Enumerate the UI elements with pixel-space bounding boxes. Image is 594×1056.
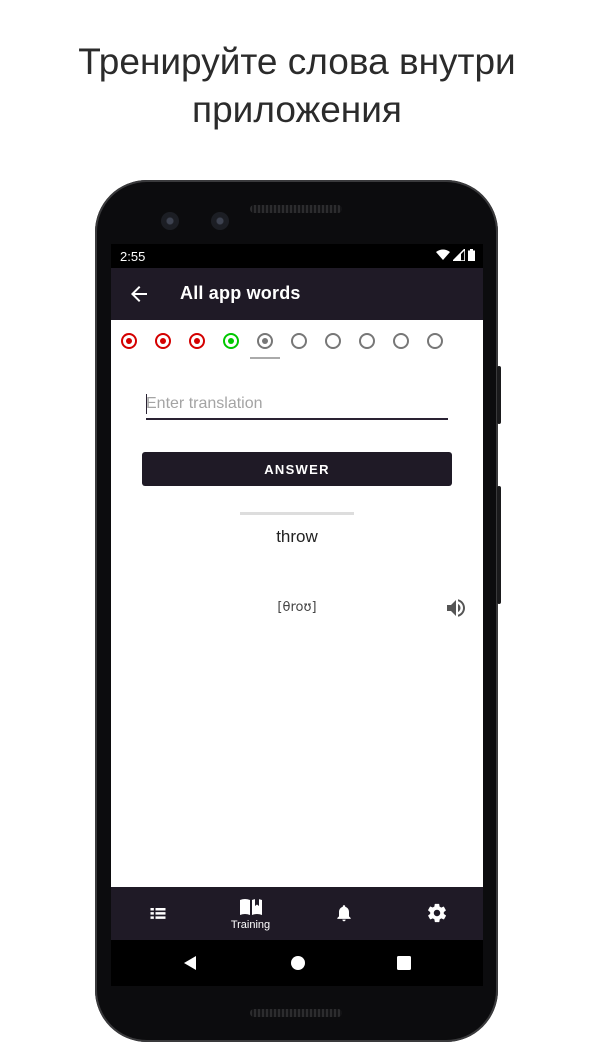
progress-dot-current <box>257 333 273 349</box>
bottom-speaker <box>250 1009 342 1017</box>
translation-input-container <box>146 392 448 420</box>
list-icon <box>150 907 165 919</box>
power-button <box>497 366 501 424</box>
front-camera-icon <box>161 212 179 230</box>
answer-button[interactable]: ANSWER <box>142 452 452 486</box>
arrow-back-icon[interactable] <box>127 282 151 306</box>
book-icon <box>239 897 262 915</box>
bottom-navigation: Training <box>111 887 483 940</box>
volume-button <box>497 486 501 604</box>
earpiece-speaker <box>250 205 342 213</box>
bell-icon <box>336 904 351 921</box>
back-triangle-icon[interactable] <box>183 955 197 975</box>
progress-dot-pending <box>291 333 307 349</box>
progress-dot-pending <box>393 333 409 349</box>
nav-item-training[interactable]: Training <box>204 887 297 940</box>
system-navigation-bar <box>111 940 483 986</box>
volume-icon[interactable] <box>444 596 468 620</box>
promo-headline: Тренируйте слова внутри приложения <box>0 38 594 134</box>
translation-input[interactable] <box>146 392 448 416</box>
headline-line-1: Тренируйте слова внутри <box>78 41 516 82</box>
progress-dot-wrong <box>121 333 137 349</box>
recents-square-icon[interactable] <box>397 955 411 974</box>
word-divider <box>240 512 354 515</box>
signal-icon <box>453 249 465 261</box>
nav-item-settings[interactable] <box>390 887 483 940</box>
screen-title: All app words <box>180 283 301 303</box>
headline-line-2: приложения <box>192 89 402 130</box>
front-sensor-icon <box>211 212 229 230</box>
current-question-underline <box>250 357 280 359</box>
progress-dot-pending <box>427 333 443 349</box>
text-cursor <box>146 394 147 414</box>
nav-item-notifications[interactable] <box>297 887 390 940</box>
status-time: 2:55 <box>120 249 146 264</box>
home-circle-icon[interactable] <box>290 955 306 975</box>
app-screen: 2:55 All app words ANSWER throw [θroʊ] <box>111 244 483 940</box>
battery-icon <box>468 249 475 261</box>
progress-dot-pending <box>325 333 341 349</box>
progress-dot-wrong <box>155 333 171 349</box>
nav-label-training: Training <box>230 918 271 931</box>
app-bar: All app words <box>111 268 483 320</box>
progress-dot-pending <box>359 333 375 349</box>
status-bar: 2:55 <box>111 244 483 268</box>
nav-item-words[interactable] <box>111 887 204 940</box>
word-transcription: [θroʊ] <box>277 600 317 615</box>
training-word: throw <box>276 527 318 546</box>
gear-icon <box>427 903 446 922</box>
wifi-icon <box>436 249 450 260</box>
progress-dot-wrong <box>189 333 205 349</box>
progress-dot-correct <box>223 333 239 349</box>
